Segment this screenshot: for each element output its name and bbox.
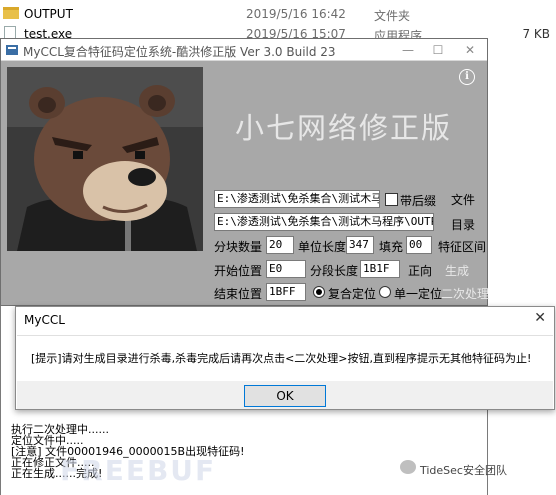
- dialog-message: [提示]请对生成目录进行杀毒,杀毒完成后请再次点击<二次处理>按钮,直到程序提示…: [31, 352, 532, 365]
- feature-range-button[interactable]: 特征区间: [438, 238, 486, 255]
- forward-button[interactable]: 正向: [408, 262, 432, 279]
- app-icon: [6, 45, 18, 55]
- file-type: 文件夹: [374, 9, 411, 23]
- fill-label: 填充: [379, 240, 404, 254]
- end-position-label: 结束位置: [214, 287, 263, 301]
- info-icon[interactable]: i: [459, 69, 475, 85]
- title-bar[interactable]: MyCCL复合特征码定位系统-酷洪修正版 Ver 3.0 Build 23 — …: [1, 39, 487, 61]
- block-count-input[interactable]: 20: [266, 236, 294, 254]
- wechat-watermark: TideSec安全团队: [420, 464, 507, 477]
- myccl-main-window: MyCCL复合特征码定位系统-酷洪修正版 Ver 3.0 Build 23 — …: [0, 38, 489, 306]
- file-name: OUTPUT: [24, 7, 73, 21]
- dir-button[interactable]: 目录: [451, 216, 475, 233]
- wechat-icon: [400, 460, 416, 474]
- dialog-close-button[interactable]: ✕: [534, 310, 546, 326]
- with-prefix-label: 带后缀: [400, 194, 437, 208]
- unit-length-label: 单位长度: [298, 240, 347, 254]
- fill-input[interactable]: 00: [406, 236, 432, 254]
- file-path-input[interactable]: E:\渗透测试\免杀集合\测试木马: [214, 190, 380, 208]
- unit-length-input[interactable]: 347: [346, 236, 374, 254]
- close-button[interactable]: ✕: [455, 41, 485, 59]
- segment-length-input[interactable]: 1B1F: [360, 260, 400, 278]
- folder-icon: [3, 7, 19, 19]
- file-button[interactable]: 文件: [451, 191, 475, 208]
- segment-length-label: 分段长度: [310, 264, 359, 278]
- dialog-body: [提示]请对生成目录进行杀毒,杀毒完成后请再次点击<二次处理>按钮,直到程序提示…: [17, 335, 553, 381]
- start-position-input[interactable]: E0: [266, 260, 306, 278]
- generate-button[interactable]: 生成: [445, 262, 469, 279]
- maximize-button[interactable]: ☐: [423, 41, 453, 59]
- block-count-label: 分块数量: [214, 240, 263, 254]
- freebuf-watermark: FREEBUF: [60, 454, 217, 487]
- myccl-message-dialog: MyCCL ✕ [提示]请对生成目录进行杀毒,杀毒完成后请再次点击<二次处理>按…: [15, 306, 555, 410]
- ok-button[interactable]: OK: [244, 385, 326, 407]
- with-prefix-checkbox[interactable]: [385, 193, 398, 206]
- dialog-title: MyCCL: [24, 313, 65, 327]
- output-dir-input[interactable]: E:\渗透测试\免杀集合\测试木马程序\OUTPUT: [214, 213, 434, 231]
- window-title: MyCCL复合特征码定位系统-酷洪修正版 Ver 3.0 Build 23: [23, 45, 336, 59]
- minimize-button[interactable]: —: [393, 41, 423, 59]
- start-position-label: 开始位置: [214, 264, 263, 278]
- compound-locate-radio[interactable]: [313, 286, 325, 298]
- bear-avatar-image: [7, 67, 203, 251]
- single-locate-label: 单一定位: [394, 287, 443, 301]
- end-position-input[interactable]: 1BFF: [266, 283, 306, 301]
- file-size: 7 KB: [522, 27, 550, 40]
- compound-locate-label: 复合定位: [328, 287, 377, 301]
- single-locate-radio[interactable]: [379, 286, 391, 298]
- banner-title: 小七网络修正版: [235, 111, 453, 145]
- explorer-row-output[interactable]: OUTPUT 2019/5/16 16:42 文件夹: [0, 4, 556, 24]
- file-date: 2019/5/16 16:42: [246, 7, 346, 21]
- second-process-button[interactable]: 二次处理: [441, 285, 489, 302]
